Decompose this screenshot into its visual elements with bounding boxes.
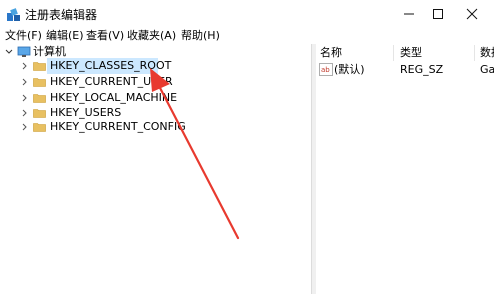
chevron-right-icon[interactable] bbox=[20, 90, 30, 106]
tree-item-label: HKEY_LOCAL_MACHINE bbox=[50, 91, 178, 104]
column-divider[interactable] bbox=[393, 45, 394, 61]
computer-icon bbox=[17, 46, 31, 57]
maximize-button[interactable] bbox=[421, 0, 455, 28]
svg-text:ab: ab bbox=[321, 66, 330, 74]
folder-icon bbox=[33, 78, 46, 87]
folder-icon bbox=[33, 62, 46, 71]
string-value-icon: ab bbox=[319, 63, 333, 76]
chevron-right-icon[interactable] bbox=[20, 58, 30, 74]
menu-edit[interactable]: 编辑(E) bbox=[46, 28, 84, 44]
folder-icon bbox=[33, 109, 46, 118]
tree-item-hkey-local-machine[interactable]: HKEY_LOCAL_MACHINE bbox=[0, 90, 311, 106]
menu-favorites[interactable]: 收藏夹(A) bbox=[127, 28, 176, 44]
column-header-name[interactable]: 名称 bbox=[320, 44, 342, 62]
column-divider[interactable] bbox=[474, 45, 475, 61]
title-bar: 注册表编辑器 bbox=[0, 0, 494, 28]
list-item[interactable]: ab (默认) REG_SZ Ga bbox=[316, 62, 494, 78]
column-header-type[interactable]: 类型 bbox=[400, 44, 422, 62]
tree-item-label: HKEY_CURRENT_CONFIG bbox=[50, 120, 186, 133]
value-type: REG_SZ bbox=[400, 63, 444, 76]
window-title: 注册表编辑器 bbox=[25, 8, 98, 22]
tree-item-label: HKEY_CLASSES_ROOT bbox=[50, 59, 172, 72]
menu-bar: 文件(F) 编辑(E) 查看(V) 收藏夹(A) 帮助(H) bbox=[0, 28, 494, 44]
menu-file[interactable]: 文件(F) bbox=[5, 28, 42, 44]
close-icon bbox=[466, 8, 478, 20]
tree-item-hkey-classes-root[interactable]: HKEY_CLASSES_ROOT bbox=[0, 58, 311, 74]
close-button[interactable] bbox=[455, 0, 489, 28]
tree-pane[interactable]: 计算机 HKEY_CLASSES_ROOT HKEY_CURRENT_USER … bbox=[0, 44, 311, 294]
chevron-right-icon[interactable] bbox=[20, 74, 30, 90]
value-name: (默认) bbox=[334, 63, 365, 76]
column-header-data[interactable]: 数据 bbox=[480, 44, 494, 62]
tree-item-label: HKEY_CURRENT_USER bbox=[50, 75, 173, 88]
value-data: Ga bbox=[480, 63, 494, 76]
tree-item-hkey-current-config[interactable]: HKEY_CURRENT_CONFIG bbox=[0, 119, 311, 135]
minimize-icon bbox=[404, 13, 414, 15]
chevron-right-icon[interactable] bbox=[20, 119, 30, 135]
folder-icon bbox=[33, 94, 46, 103]
maximize-icon bbox=[433, 9, 443, 19]
menu-view[interactable]: 查看(V) bbox=[86, 28, 124, 44]
tree-item-hkey-current-user[interactable]: HKEY_CURRENT_USER bbox=[0, 74, 311, 90]
menu-help[interactable]: 帮助(H) bbox=[181, 28, 220, 44]
folder-icon bbox=[33, 123, 46, 132]
values-pane[interactable]: 名称 类型 数据 ab (默认) REG_SZ Ga bbox=[316, 44, 494, 294]
registry-editor-icon bbox=[7, 8, 20, 21]
